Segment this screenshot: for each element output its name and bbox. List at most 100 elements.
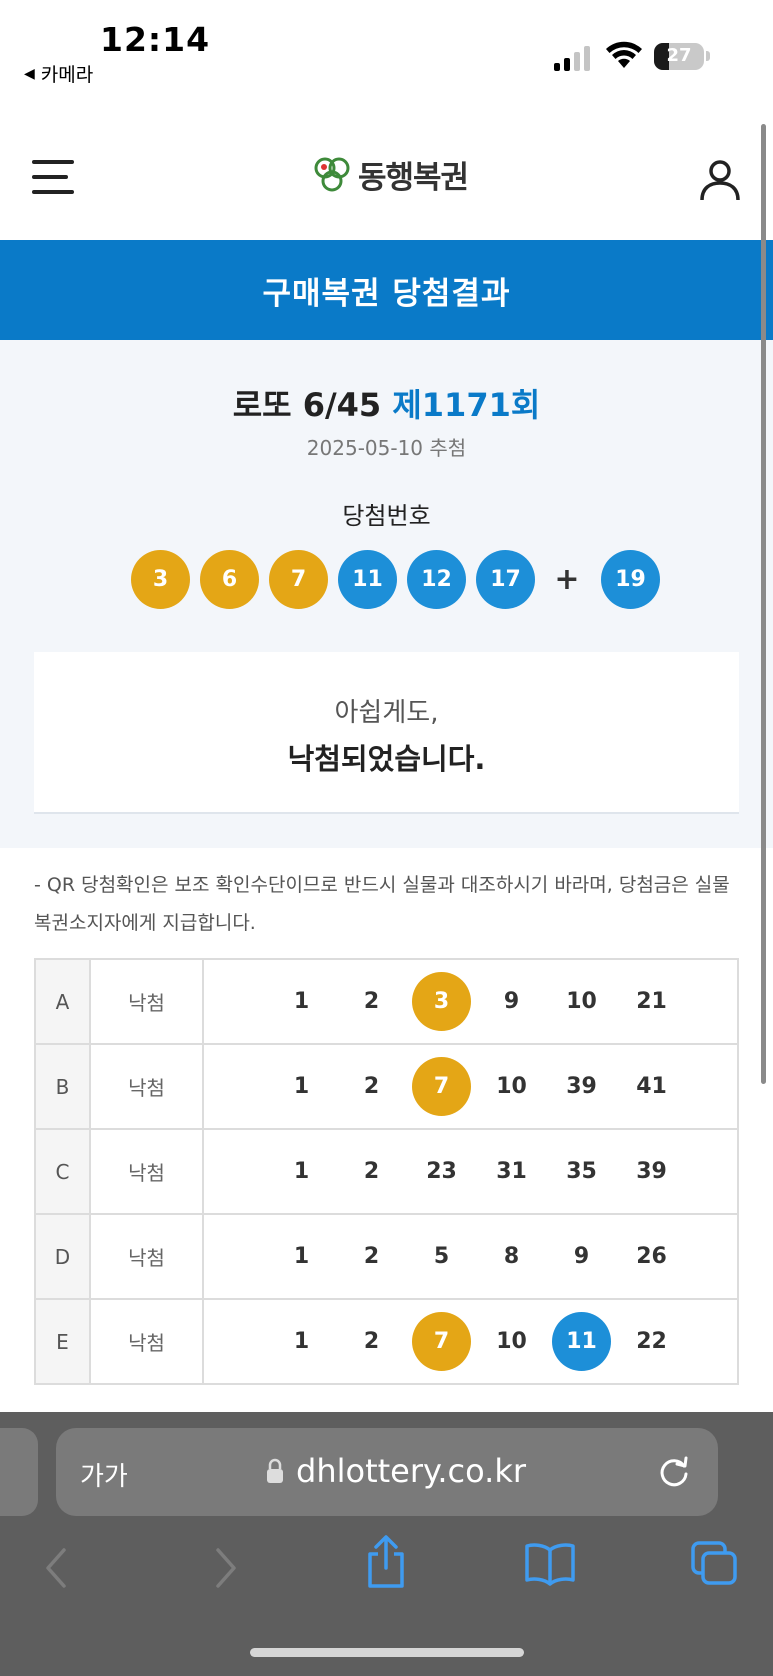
bonus-ball: 19	[601, 550, 660, 609]
winning-ball: 17	[476, 550, 535, 609]
bookmarks-icon[interactable]	[524, 1540, 576, 1586]
page-title: 구매복권 당첨결과	[262, 275, 511, 312]
table-row: D 낙첨 1 2 5 8 9 26	[34, 1213, 739, 1300]
result-status-text: 낙첨되었습니다.	[287, 742, 486, 776]
game-letter: A	[34, 958, 91, 1045]
page-title-bar: 구매복권 당첨결과	[0, 240, 773, 340]
previous-tab-peek[interactable]	[0, 1428, 38, 1516]
ticket-number: 23	[426, 1159, 457, 1184]
draw-round: 제1171회	[392, 386, 541, 424]
ticket-number: 2	[363, 989, 380, 1014]
user-account-icon[interactable]	[698, 158, 742, 202]
table-row: A 낙첨 1 2 3 9 10 21	[34, 958, 739, 1045]
ticket-number: 2	[363, 1074, 380, 1099]
lock-icon	[267, 1458, 283, 1483]
ticket-number: 1	[293, 1329, 310, 1354]
winning-ball: 3	[131, 550, 190, 609]
reload-icon[interactable]	[656, 1454, 692, 1490]
draw-date: 2025-05-10 추첨	[306, 436, 467, 460]
ticket-number: 22	[636, 1329, 667, 1354]
draw-results-section: 로또 6/45 제1171회 2025-05-10 추첨 당첨번호 3 6 7 …	[0, 340, 773, 848]
url-text[interactable]: dhlottery.co.kr	[296, 1452, 526, 1490]
ticket-number: 8	[503, 1244, 520, 1269]
back-arrow-icon: ◀	[24, 65, 35, 82]
game-status: 낙첨	[89, 1043, 204, 1130]
forward-icon[interactable]	[210, 1546, 240, 1590]
game-status: 낙첨	[89, 1128, 204, 1215]
page-scrollbar[interactable]	[761, 124, 766, 1084]
site-logo[interactable]: 동행복권	[312, 152, 469, 197]
logo-text: 동행복권	[358, 160, 469, 196]
text-size-button[interactable]: 가가	[80, 1456, 128, 1493]
ticket-number: 2	[363, 1244, 380, 1269]
site-header: 동행복권	[0, 130, 773, 230]
game-status: 낙첨	[89, 1298, 204, 1385]
ticket-number-matched: 3	[412, 972, 471, 1031]
winning-ball: 7	[269, 550, 328, 609]
share-icon[interactable]	[362, 1534, 410, 1590]
clover-logo-icon	[314, 157, 350, 191]
wifi-icon	[606, 41, 642, 68]
back-to-app-link[interactable]: ◀ 카메라	[24, 60, 93, 87]
ticket-number: 31	[496, 1159, 527, 1184]
ticket-numbers: 1 2 3 9 10 21	[272, 972, 737, 1031]
winning-numbers: 3 6 7 11 12 17 + 19	[131, 550, 670, 609]
address-bar[interactable]: 가가 dhlottery.co.kr	[56, 1428, 718, 1516]
status-time: 12:14	[100, 20, 211, 59]
winning-ball: 11	[338, 550, 397, 609]
ticket-number-matched: 11	[552, 1312, 611, 1371]
table-row: E 낙첨 1 2 7 10 11 22	[34, 1298, 739, 1385]
result-message-box: 아쉽게도, 낙첨되었습니다.	[34, 652, 739, 814]
winning-ball: 6	[200, 550, 259, 609]
ticket-number: 39	[566, 1074, 597, 1099]
game-status: 낙첨	[89, 958, 204, 1045]
ticket-numbers: 1 2 7 10 11 22	[272, 1312, 737, 1371]
ticket-number: 26	[636, 1244, 667, 1269]
ticket-number: 1	[293, 989, 310, 1014]
plus-sign: +	[554, 562, 580, 597]
ticket-number: 21	[636, 989, 667, 1014]
winning-numbers-label: 당첨번호	[342, 502, 431, 530]
ticket-number: 2	[363, 1159, 380, 1184]
battery-tip	[706, 51, 710, 61]
game-letter: E	[34, 1298, 91, 1385]
ticket-number: 10	[496, 1074, 527, 1099]
game-name: 로또 6/45	[232, 386, 382, 424]
ticket-number: 2	[363, 1329, 380, 1354]
ticket-number: 9	[573, 1244, 590, 1269]
game-letter: C	[34, 1128, 91, 1215]
ticket-number: 1	[293, 1074, 310, 1099]
home-indicator[interactable]	[250, 1648, 524, 1657]
ticket-numbers: 1 2 5 8 9 26	[272, 1227, 737, 1286]
cellular-signal-icon	[554, 45, 590, 71]
status-bar: 12:14 ◀ 카메라 27	[0, 0, 773, 100]
winning-ball: 12	[407, 550, 466, 609]
tabs-icon[interactable]	[690, 1540, 738, 1586]
ticket-number: 1	[293, 1159, 310, 1184]
result-sorry-text: 아쉽게도,	[334, 698, 439, 728]
ticket-number: 39	[636, 1159, 667, 1184]
battery-percent: 27	[666, 45, 692, 66]
qr-notice-text: - QR 당첨확인은 보조 확인수단이므로 반드시 실물과 대조하시기 바라며,…	[34, 874, 730, 934]
ticket-numbers: 1 2 7 10 39 41	[272, 1057, 737, 1116]
game-title: 로또 6/45 제1171회	[0, 380, 773, 426]
ticket-number: 35	[566, 1159, 597, 1184]
table-row: C 낙첨 1 2 23 31 35 39	[34, 1128, 739, 1215]
hamburger-menu-icon[interactable]	[32, 160, 74, 196]
game-status: 낙첨	[89, 1213, 204, 1300]
ticket-number: 10	[566, 989, 597, 1014]
ticket-number-matched: 7	[412, 1312, 471, 1371]
game-letter: D	[34, 1213, 91, 1300]
ticket-table: A 낙첨 1 2 3 9 10 21 B 낙첨 1 2 7 10 39 41 C…	[34, 958, 739, 1385]
back-app-label: 카메라	[40, 64, 94, 86]
ticket-number: 41	[636, 1074, 667, 1099]
ticket-number-matched: 7	[412, 1057, 471, 1116]
battery-icon: 27	[654, 43, 704, 70]
table-row: B 낙첨 1 2 7 10 39 41	[34, 1043, 739, 1130]
browser-toolbar: 가가 dhlottery.co.kr	[0, 1412, 773, 1676]
ticket-number: 5	[433, 1244, 450, 1269]
ticket-number: 10	[496, 1329, 527, 1354]
ticket-number: 1	[293, 1244, 310, 1269]
game-letter: B	[34, 1043, 91, 1130]
back-icon[interactable]	[42, 1546, 72, 1590]
